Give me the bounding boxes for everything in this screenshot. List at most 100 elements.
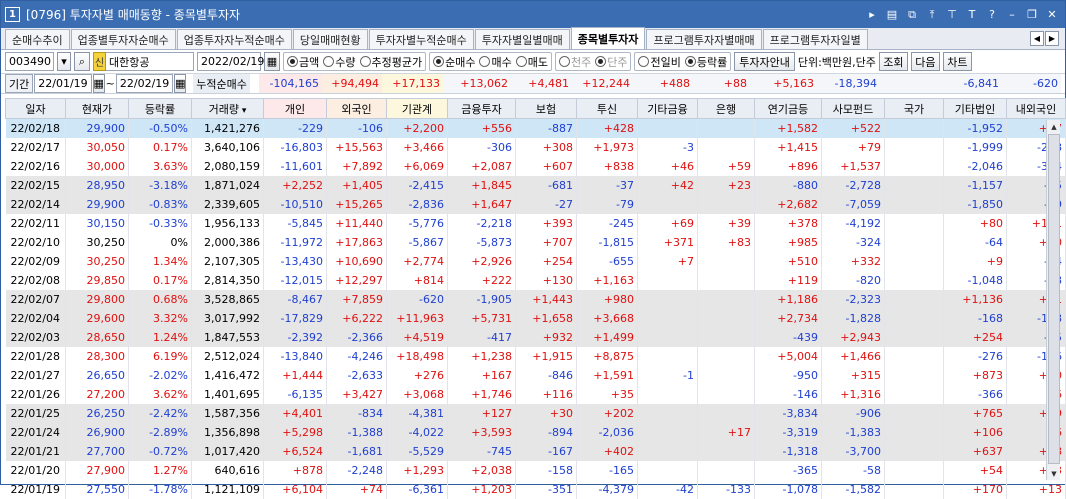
table-row[interactable]: 22/02/04 29,600 3.32% 3,017,992 -17,829 +6,22… — [5, 308, 1066, 328]
table-row[interactable]: 22/01/20 27,900 1.27% 640,616 +878 -2,248 +1,2… — [5, 460, 1066, 480]
radio-thousand[interactable]: 천주 — [558, 54, 591, 70]
tab-right-icon[interactable]: ▶ — [1045, 31, 1059, 46]
table-row[interactable]: 22/02/15 28,950 -3.18% 1,871,024 +2,252 +1,40… — [5, 175, 1066, 195]
radio-changerate[interactable]: 등락률 — [684, 54, 727, 70]
table-row[interactable]: 22/02/07 29,800 0.68% 3,528,865 -8,467 +7,859… — [5, 289, 1066, 309]
search-icon[interactable]: ⌕ — [74, 52, 90, 71]
column-header[interactable]: 현재가 — [65, 98, 129, 119]
tab-1[interactable]: 업종별투자자순매수 — [70, 29, 176, 49]
close-icon[interactable]: ✕ — [1043, 6, 1061, 24]
pin2-icon[interactable]: ⊤ — [943, 6, 961, 24]
column-header[interactable]: 연기금등 — [754, 98, 822, 119]
table-cell: 22/02/08 — [5, 270, 66, 290]
column-header[interactable]: 은행 — [697, 98, 755, 119]
tab-4[interactable]: 투자자별누적순매수 — [368, 29, 474, 49]
query-button[interactable]: 조회 — [878, 52, 908, 71]
table-row[interactable]: 22/02/11 30,150 -0.33% 1,956,133 -5,845 +11,4… — [5, 213, 1066, 233]
table-row[interactable]: 22/02/03 28,650 1.24% 1,847,553 -2,392 -2,366… — [5, 327, 1066, 347]
column-header[interactable]: 기타금융 — [637, 98, 698, 119]
tab-0[interactable]: 순매수추이 — [5, 29, 70, 49]
column-header[interactable]: 국가 — [884, 98, 944, 119]
code-dropdown-icon[interactable]: ▾ — [57, 52, 71, 71]
calendar-to-icon[interactable]: ▦ — [174, 74, 187, 93]
column-header[interactable]: 외국인 — [326, 98, 387, 119]
table-row[interactable]: 22/01/19 27,550 -1.78% 1,121,109 +6,104 +74 -6… — [5, 479, 1066, 499]
restore-icon[interactable]: ❐ — [1023, 6, 1041, 24]
vertical-scrollbar[interactable]: ▲ ▼ — [1046, 120, 1060, 480]
stock-code-input[interactable]: 003490 — [5, 52, 54, 71]
stock-name-field[interactable]: 대한항공 — [106, 52, 194, 71]
tab-left-icon[interactable]: ◀ — [1030, 31, 1044, 46]
table-cell: +3,593 — [447, 422, 516, 442]
calendar-icon[interactable]: ▦ — [264, 52, 280, 71]
column-header[interactable]: 개인 — [263, 98, 327, 119]
arrow-right-icon[interactable]: ▸ — [863, 6, 881, 24]
table-row[interactable]: 22/01/26 27,200 3.62% 1,401,695 -6,135 +3,427… — [5, 384, 1066, 404]
radio-netbuy[interactable]: 순매수 — [433, 54, 475, 70]
table-cell: -880 — [754, 175, 822, 195]
column-header[interactable]: 기타법인 — [943, 98, 1007, 119]
column-header[interactable]: 보험 — [515, 98, 577, 119]
table-cell — [884, 403, 944, 423]
table-row[interactable]: 22/01/28 28,300 6.19% 2,512,024 -13,840 -4,24… — [5, 346, 1066, 366]
tab-3[interactable]: 당일매매현황 — [292, 29, 368, 49]
column-header[interactable]: 일자 — [5, 98, 66, 119]
table-row[interactable]: 22/02/16 30,000 3.63% 2,080,159 -11,601 +7,89… — [5, 156, 1066, 176]
column-header[interactable]: 금융투자 — [447, 98, 516, 119]
text-size-icon[interactable]: T — [963, 6, 981, 24]
minimize-icon[interactable]: – — [1003, 6, 1021, 24]
period-from-input[interactable]: 22/01/19 — [34, 74, 92, 93]
column-header[interactable]: 기관계 — [386, 98, 448, 119]
table-row[interactable]: 22/02/14 29,900 -0.83% 2,339,605 -10,510 +15,… — [5, 194, 1066, 214]
radio-single[interactable]: 단주 — [595, 54, 627, 70]
table-row[interactable]: 22/02/08 29,850 0.17% 2,814,350 -12,015 +12,2… — [5, 270, 1066, 290]
column-header[interactable]: 등락률 — [128, 98, 192, 119]
radio-buy[interactable]: 매수 — [479, 54, 512, 70]
table-cell: 22/02/14 — [5, 194, 66, 214]
period-to-input[interactable]: 22/02/19 — [115, 74, 174, 93]
tab-5[interactable]: 투자자별일별매매 — [474, 29, 570, 49]
radio-sell[interactable]: 매도 — [515, 54, 548, 70]
scroll-thumb[interactable] — [1048, 134, 1060, 464]
tab-6[interactable]: 종목별투자자 — [570, 27, 646, 49]
scroll-up-icon[interactable]: ▲ — [1047, 120, 1061, 133]
column-header[interactable]: 거래량 ▾ — [191, 98, 264, 119]
column-header[interactable]: 사모펀드 — [821, 98, 885, 119]
chart-button[interactable]: 차트 — [942, 52, 972, 71]
table-row[interactable]: 22/01/24 26,900 -2.89% 1,356,898 +5,298 -1,38… — [5, 422, 1066, 442]
column-header[interactable]: 투신 — [576, 98, 638, 119]
table-cell: -168 — [943, 308, 1007, 328]
calendar-from-icon[interactable]: ▦ — [92, 74, 105, 93]
radio-avgprice[interactable]: 추정평균가 — [359, 54, 422, 70]
table-cell: 22/01/27 — [5, 365, 66, 385]
pin-icon[interactable]: ⤒ — [923, 6, 941, 24]
tab-2[interactable]: 업종투자자누적순매수 — [176, 29, 292, 49]
tab-7[interactable]: 프로그램투자자별매매 — [646, 29, 762, 49]
table-cell: -11,601 — [263, 156, 327, 176]
date-input[interactable]: 2022/02/19 — [197, 52, 264, 71]
table-row[interactable]: 22/02/09 30,250 1.34% 2,107,305 -13,430 +10,6… — [5, 251, 1066, 271]
table-cell: -2.89% — [128, 422, 192, 442]
table-cell — [884, 289, 944, 309]
radio-prevday[interactable]: 전일비 — [638, 54, 681, 70]
table-row[interactable]: 22/02/17 30,050 0.17% 3,640,106 -16,803 +15,5… — [5, 137, 1066, 157]
menu-icon[interactable]: ▤ — [883, 6, 901, 24]
column-header[interactable]: 내외국인 — [1006, 98, 1066, 119]
dropdown-icon[interactable]: ▾ — [239, 106, 247, 116]
table-row[interactable]: 22/02/18 29,900 -0.50% 1,421,276 -229 -106 +2,… — [5, 118, 1066, 138]
tab-8[interactable]: 프로그램투자자일별 — [762, 29, 868, 49]
period-tilde: ~ — [105, 77, 115, 90]
radio-amount[interactable]: 금액 — [287, 54, 319, 70]
window-link-icon[interactable]: ⧉ — [903, 6, 921, 24]
table-row[interactable]: 22/02/10 30,250 0% 2,000,386 -11,972 +17,863-… — [5, 232, 1066, 252]
table-row[interactable]: 22/01/25 26,250 -2.42% 1,587,356 +4,401 -834-… — [5, 403, 1066, 423]
radio-quantity[interactable]: 수량 — [323, 54, 356, 70]
help-icon[interactable]: ? — [983, 6, 1001, 24]
table-row[interactable]: 22/01/27 26,650 -2.02% 1,416,472 +1,444 -2,63… — [5, 365, 1066, 385]
next-button[interactable]: 다음 — [910, 52, 940, 71]
investor-guide-button[interactable]: 투자자안내 — [734, 52, 795, 71]
scroll-down-icon[interactable]: ▼ — [1047, 467, 1061, 480]
table-row[interactable]: 22/01/21 27,700 -0.72% 1,017,420 +6,524 -1,68… — [5, 441, 1066, 461]
table-cell: 2,000,386 — [191, 232, 264, 252]
table-cell: +315 — [821, 365, 885, 385]
